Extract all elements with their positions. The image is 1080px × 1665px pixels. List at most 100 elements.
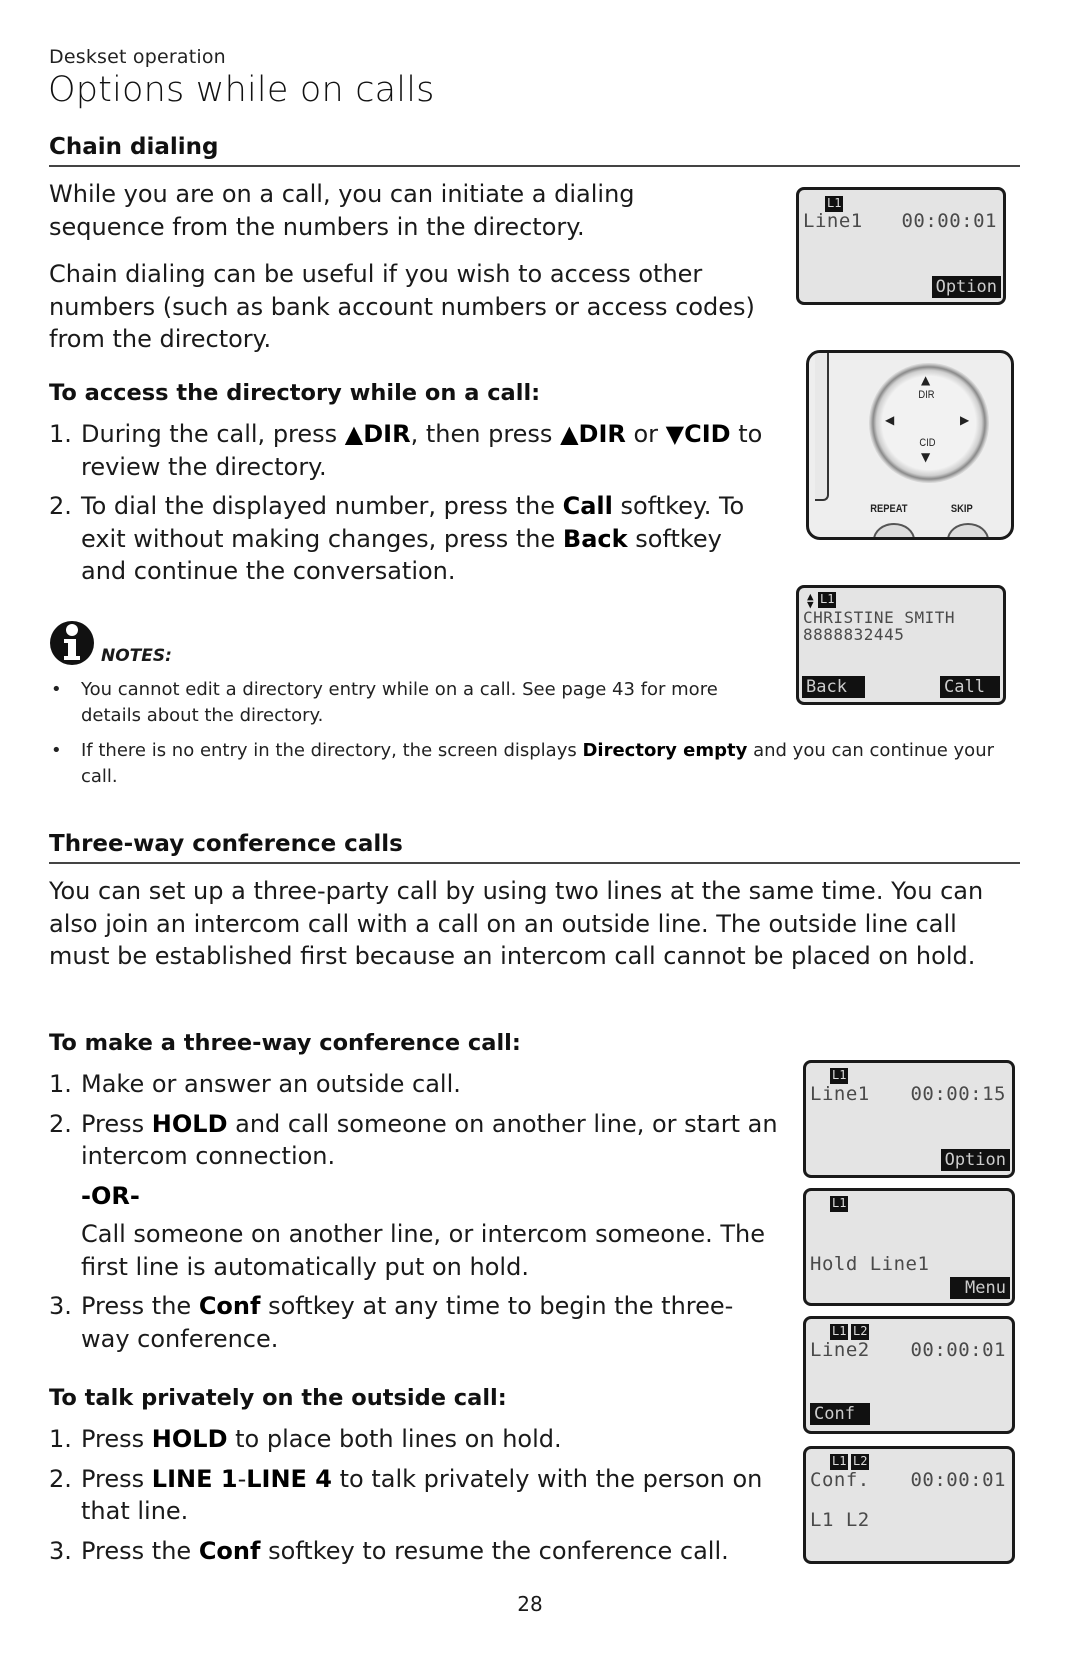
access-directory-heading: To access the directory while on a call:: [49, 380, 541, 406]
info-icon: [50, 621, 94, 665]
conf-softkey-label: Conf: [198, 1292, 261, 1320]
option-softkey: Option: [940, 1149, 1010, 1171]
line2-indicator: L2: [851, 1454, 870, 1470]
usage-line: numbers (such as bank account numbers or…: [49, 292, 755, 321]
repeat-key-label: REPEAT: [870, 503, 908, 515]
conference-label: Conf.: [810, 1469, 870, 1491]
call-timer: 00:00:01: [910, 1339, 1006, 1361]
private-call-steps: 1. Press HOLD to place both lines on hol…: [49, 1423, 794, 1574]
note-item: • If there is no entry in the directory,…: [49, 738, 1021, 790]
step-item: 3. Press the Conf softkey to resume the …: [49, 1535, 794, 1568]
line-indicator: L1: [818, 592, 837, 608]
bullet-icon: •: [51, 740, 62, 761]
line-name: Line1: [810, 1083, 870, 1105]
step-text: Press the: [81, 1292, 199, 1320]
call-softkey: Call: [940, 676, 1000, 698]
step-text: , then press: [410, 420, 561, 448]
dir-key-label: ▲DIR: [344, 420, 411, 448]
call-softkey-label: Call: [562, 492, 613, 520]
section-divider: [49, 862, 1020, 864]
step-item: 2. Press LINE 1-LINE 4 to talk privately…: [49, 1463, 794, 1528]
step-number: 3.: [49, 1536, 72, 1565]
navigation-keypad: ▲ DIR ◀ ▶ CID ▼ REPEAT SKIP: [806, 350, 1014, 540]
page-title: Options while on calls: [48, 70, 435, 110]
chain-dialing-usage: Chain dialing can be useful if you wish …: [49, 258, 789, 356]
lcd-directory-screen: ▲ ▼ L1 CHRISTINE SMITH 8888832445 Back Ca…: [796, 585, 1006, 705]
intro-line: While you are on a call, you can initiat…: [49, 180, 635, 208]
step-item: 3. Press the Conf softkey at any time to…: [49, 1290, 779, 1355]
scroll-arrows-icon: ▲ ▼: [807, 590, 814, 611]
step-item: 2. To dial the displayed number, press t…: [49, 490, 769, 588]
line4-key-label: LINE 4: [246, 1464, 332, 1493]
right-arrow-icon: ▶: [960, 413, 970, 427]
section-label: Deskset operation: [49, 46, 226, 68]
step-number: 1.: [49, 1070, 72, 1098]
line-name: Line2: [810, 1339, 870, 1361]
section-divider: [49, 165, 1020, 167]
repeat-button[interactable]: [873, 523, 915, 537]
lcd-line2-screen: L1 L2 Line2 00:00:01 Conf: [803, 1316, 1015, 1434]
bullet-icon: •: [51, 679, 62, 700]
step-number: 2.: [49, 1464, 72, 1493]
make-conference-steps: 1. Make or answer an outside call. 2. Pr…: [49, 1068, 779, 1362]
down-arrow-icon: ▼: [921, 450, 931, 464]
skip-button[interactable]: [947, 523, 989, 537]
conf-softkey-label: Conf: [198, 1536, 261, 1565]
line1-indicator: L1: [830, 1324, 849, 1340]
step-number: 2.: [49, 1109, 72, 1138]
line1-indicator: L1: [830, 1454, 849, 1470]
notes-label: NOTES:: [101, 646, 172, 666]
step-text: Press: [81, 1425, 152, 1453]
page-number: 28: [517, 1592, 543, 1616]
call-timer: 00:00:15: [910, 1083, 1006, 1105]
lcd-conference-screen: L1 L2 Conf. 00:00:01 L1 L2: [803, 1446, 1015, 1564]
conf-softkey: Conf: [810, 1403, 870, 1425]
step-number: 1.: [49, 1425, 72, 1453]
lcd-call-screen: L1 Line1 00:00:15 Option: [803, 1060, 1015, 1178]
step-item: 1. Press HOLD to place both lines on hol…: [49, 1423, 794, 1456]
step-text: to place both lines on hold.: [227, 1425, 562, 1453]
step-text: To dial the displayed number, press the: [81, 492, 563, 520]
step-number: 2.: [49, 492, 72, 520]
line2-indicator: L2: [851, 1324, 870, 1340]
lcd-hold-screen: L1 Hold Line1 Menu: [803, 1188, 1015, 1306]
step-number: 3.: [49, 1292, 72, 1320]
lcd-call-screen: L1 Line1 00:00:01 Option: [796, 187, 1006, 305]
step-text: softkey to resume the conference call.: [260, 1536, 729, 1565]
three-way-heading: Three-way conference calls: [49, 831, 403, 857]
access-directory-steps: 1. During the call, press ▲DIR, then pre…: [49, 418, 769, 595]
hold-key-label: HOLD: [151, 1109, 228, 1138]
back-softkey-label: Back: [562, 524, 628, 553]
directory-empty-label: Directory empty: [582, 740, 748, 761]
step-text: Press: [81, 1109, 152, 1138]
call-timer: 00:00:01: [910, 1469, 1006, 1491]
conference-lines: L1 L2: [810, 1509, 870, 1531]
note-text: If there is no entry in the directory, t…: [81, 740, 583, 761]
skip-key-label: SKIP: [950, 503, 973, 515]
usage-line: Chain dialing can be useful if you wish …: [49, 260, 703, 288]
step-text: or: [625, 420, 666, 448]
step-text: Make or answer an outside call.: [81, 1070, 461, 1098]
keypad-edge: [815, 353, 829, 501]
step-text: -: [237, 1464, 247, 1493]
menu-softkey: Menu: [950, 1277, 1010, 1299]
private-call-heading: To talk privately on the outside call:: [49, 1385, 507, 1411]
dir-key-label: ▲DIR: [560, 420, 626, 448]
line-indicator: L1: [830, 1068, 849, 1084]
back-softkey: Back: [802, 676, 865, 698]
up-arrow-icon: ▲: [921, 373, 931, 387]
cid-key-label: ▼CID: [665, 420, 731, 448]
line-indicator: L1: [830, 1196, 849, 1212]
option-softkey: Option: [931, 276, 1001, 298]
step-text: During the call, press: [81, 420, 345, 448]
step-text: Press: [81, 1464, 152, 1493]
chain-dialing-intro: While you are on a call, you can initiat…: [49, 178, 769, 243]
intro-line: sequence from the numbers in the directo…: [49, 212, 585, 241]
cid-key-label: CID: [919, 437, 936, 449]
usage-line: from the directory.: [49, 325, 272, 353]
call-timer: 00:00:01: [901, 210, 997, 232]
dir-key-label: DIR: [918, 389, 935, 401]
or-text: Call someone on another line, or interco…: [81, 1220, 765, 1281]
line-name: Line1: [803, 210, 863, 232]
or-label: -OR-: [81, 1181, 140, 1210]
